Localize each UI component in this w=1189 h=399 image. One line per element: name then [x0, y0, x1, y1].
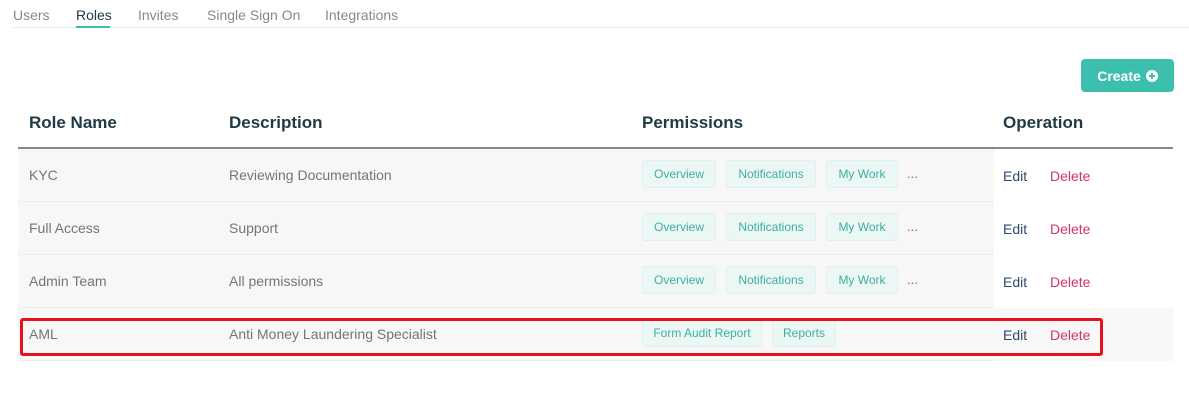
column-header-permissions: Permissions	[642, 113, 744, 132]
role-name: KYC	[29, 167, 58, 183]
table-row: AML Anti Money Laundering Specialist For…	[18, 308, 1173, 361]
column-header-description: Description	[229, 113, 323, 132]
table-header: Role Name Description Permissions Operat…	[18, 100, 1173, 149]
permission-chip: Overview	[642, 160, 716, 188]
more-permissions[interactable]: ...	[907, 272, 918, 287]
permission-chip: Overview	[642, 213, 716, 241]
permission-chip: Reports	[772, 319, 836, 347]
operation-cell: Edit Delete	[994, 308, 1173, 361]
role-name: AML	[29, 326, 58, 342]
role-description: Anti Money Laundering Specialist	[229, 326, 437, 342]
operation-cell: Edit Delete	[994, 202, 1173, 255]
role-description: All permissions	[229, 273, 324, 289]
more-permissions[interactable]: ...	[907, 219, 918, 234]
column-header-role-name: Role Name	[29, 113, 117, 132]
active-tab-indicator	[76, 26, 110, 28]
table-row: KYC Reviewing Documentation Overview Not…	[18, 149, 1173, 202]
permission-chip: Notifications	[726, 160, 816, 188]
role-description: Reviewing Documentation	[229, 167, 392, 183]
permission-chip: My Work	[826, 266, 898, 294]
tab-invites[interactable]: Invites	[138, 7, 178, 23]
delete-link[interactable]: Delete	[1050, 221, 1090, 237]
edit-link[interactable]: Edit	[1003, 221, 1027, 237]
roles-table: Role Name Description Permissions Operat…	[18, 100, 1173, 361]
tab-integrations[interactable]: Integrations	[325, 7, 398, 23]
create-button-label: Create	[1097, 67, 1141, 84]
plus-circle-icon	[1145, 69, 1158, 82]
role-name: Admin Team	[29, 273, 107, 289]
operation-cell: Edit Delete	[994, 149, 1173, 202]
role-name: Full Access	[29, 220, 100, 236]
tab-bar: Users Roles Invites Single Sign On Integ…	[13, 0, 1189, 28]
delete-link[interactable]: Delete	[1050, 327, 1090, 343]
create-button[interactable]: Create	[1081, 59, 1174, 92]
delete-link[interactable]: Delete	[1050, 168, 1090, 184]
permission-chip: Notifications	[726, 213, 816, 241]
table-row: Admin Team All permissions Overview Noti…	[18, 255, 1173, 308]
edit-link[interactable]: Edit	[1003, 327, 1027, 343]
tab-users[interactable]: Users	[13, 7, 50, 23]
delete-link[interactable]: Delete	[1050, 274, 1090, 290]
role-description: Support	[229, 220, 279, 236]
operation-cell: Edit Delete	[994, 255, 1173, 308]
tab-single-sign-on[interactable]: Single Sign On	[207, 7, 300, 23]
permission-chip: My Work	[826, 213, 898, 241]
more-permissions[interactable]: ...	[907, 166, 918, 181]
table-row: Full Access Support Overview Notificatio…	[18, 202, 1173, 255]
edit-link[interactable]: Edit	[1003, 274, 1027, 290]
permission-chip: Notifications	[726, 266, 816, 294]
column-header-operation: Operation	[1003, 113, 1084, 132]
permission-chip: My Work	[826, 160, 898, 188]
permission-chip: Form Audit Report	[642, 319, 762, 347]
tab-roles[interactable]: Roles	[76, 7, 112, 23]
edit-link[interactable]: Edit	[1003, 168, 1027, 184]
permission-chip: Overview	[642, 266, 716, 294]
